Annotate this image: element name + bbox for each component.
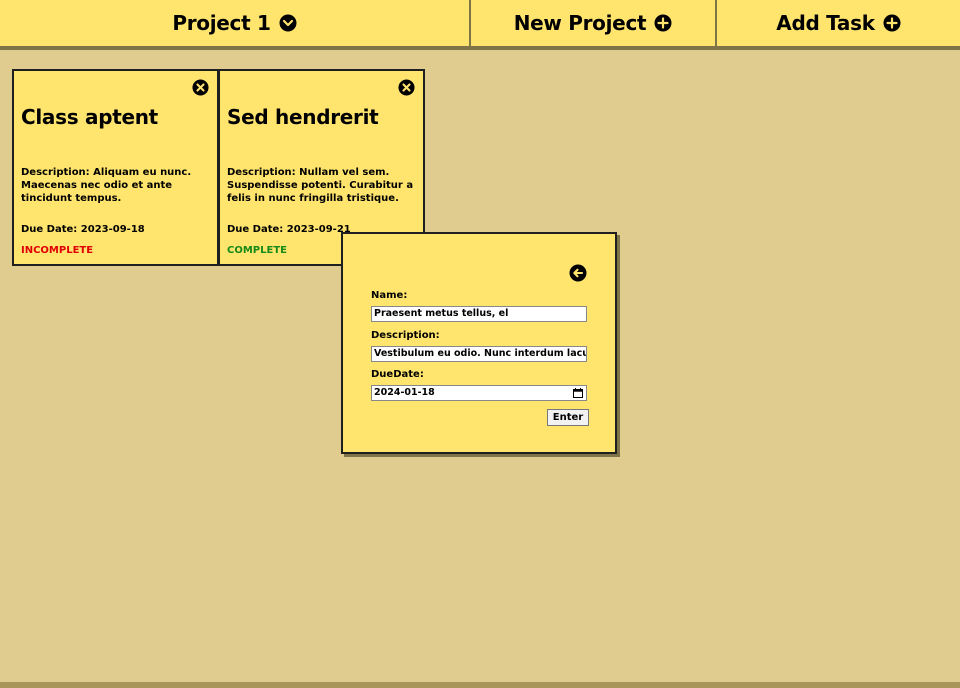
task-status[interactable]: INCOMPLETE [21,245,93,256]
project-select-button[interactable]: Project 1 [0,0,471,46]
task-title: Class aptent [21,105,158,129]
plus-circle-icon [654,14,672,32]
task-title: Sed hendrerit [227,105,379,129]
project-select-label: Project 1 [172,11,271,35]
task-status[interactable]: COMPLETE [227,245,287,256]
chevron-down-circle-icon [279,14,297,32]
task-description: Description: Nullam vel sem. Suspendisse… [227,167,414,204]
task-due-date: Due Date: 2023-09-21 [227,224,351,235]
duedate-input[interactable]: 2024-01-18 [371,385,587,401]
new-project-button[interactable]: New Project [471,0,717,46]
description-label: Description: [371,330,440,341]
task-description: Description: Aliquam eu nunc. Maecenas n… [21,167,192,204]
duedate-value: 2024-01-18 [374,387,435,398]
calendar-icon[interactable] [573,388,583,400]
task-card: Class aptent Description: Aliquam eu nun… [12,69,219,266]
back-arrow-icon[interactable] [569,264,587,282]
name-input[interactable]: Praesent metus tellus, el [371,306,587,322]
edit-task-modal: Name: Praesent metus tellus, el Descript… [341,232,617,454]
add-task-label: Add Task [776,11,875,35]
add-task-button[interactable]: Add Task [717,0,960,46]
description-input[interactable]: Vestibulum eu odio. Nunc interdum lacus [371,346,587,362]
top-nav: Project 1 New Project Add Task [0,0,960,46]
footer-bar [0,682,960,688]
new-project-label: New Project [513,11,647,35]
close-icon[interactable] [398,79,415,96]
close-icon[interactable] [192,79,209,96]
plus-circle-icon [883,14,901,32]
task-due-date: Due Date: 2023-09-18 [21,224,145,235]
duedate-label: DueDate: [371,369,424,380]
enter-button[interactable]: Enter [547,409,589,426]
name-label: Name: [371,290,408,301]
